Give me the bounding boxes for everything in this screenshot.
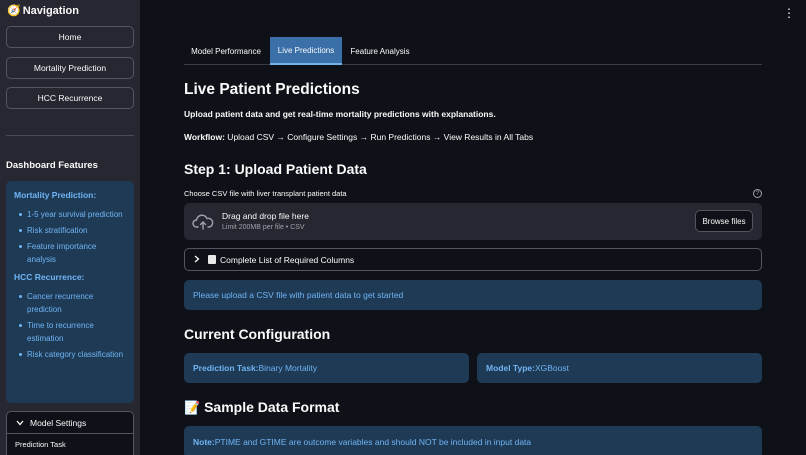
list-item: Time to recurrence estimation [14, 319, 126, 345]
workflow-text: Workflow: Upload CSV → Configure Setting… [184, 132, 533, 142]
sample-heading: 📝 Sample Data Format [184, 399, 339, 416]
browse-files-button[interactable]: Browse files [695, 210, 753, 232]
workflow-label: Workflow: [184, 132, 225, 142]
help-icon[interactable]: ? [753, 189, 762, 198]
main-menu-icon[interactable]: ⋮ [783, 7, 795, 19]
sidebar-title-text: Navigation [22, 4, 79, 17]
upload-info-text: Please upload a CSV file with patient da… [193, 290, 404, 300]
prediction-task-label: Prediction Task [15, 440, 66, 449]
sidebar-divider [6, 135, 134, 136]
prediction-task-key: Prediction Task: [193, 363, 259, 373]
note-text: PTIME and GTIME are outcome variables an… [214, 437, 532, 447]
upload-info-alert: Please upload a CSV file with patient da… [184, 280, 762, 310]
model-type-card: Model Type: XGBoost [477, 353, 762, 383]
step1-heading: Step 1: Upload Patient Data [184, 161, 367, 177]
tab-feature-analysis[interactable]: Feature Analysis [344, 37, 416, 65]
list-item: Risk stratification [14, 224, 126, 237]
prediction-task-value: Binary Mortality [258, 363, 318, 373]
sample-heading-text: Sample Data Format [204, 399, 340, 415]
lead-text: Upload patient data and get real-time mo… [184, 109, 496, 119]
mortality-list: 1-5 year survival prediction Risk strati… [14, 208, 126, 266]
sidebar: 🧭 Navigation Home Mortality Prediction H… [0, 0, 140, 455]
dropzone-instruction: Drag and drop file here [222, 211, 309, 221]
workflow-steps: Upload CSV → Configure Settings → Run Pr… [224, 132, 534, 142]
tab-model-performance[interactable]: Model Performance [184, 37, 268, 65]
sidebar-title: 🧭 Navigation [7, 4, 79, 18]
list-item: Risk category classification [14, 348, 126, 361]
hcc-list: Cancer recurrence prediction Time to rec… [14, 290, 126, 361]
prediction-task-card: Prediction Task: Binary Mortality [184, 353, 469, 383]
list-item: Cancer recurrence prediction [14, 290, 126, 316]
mortality-prediction-button[interactable]: Mortality Prediction [6, 57, 134, 79]
tab-live-predictions[interactable]: Live Predictions [270, 37, 342, 65]
hcc-recurrence-button[interactable]: HCC Recurrence [6, 87, 134, 109]
mortality-heading: Mortality Prediction: [14, 190, 97, 200]
note-alert: Note: PTIME and GTIME are outcome variab… [184, 426, 762, 455]
clipboard-icon [208, 255, 216, 264]
list-item: 1-5 year survival prediction [14, 208, 126, 221]
chevron-right-icon [194, 255, 204, 265]
cloud-upload-icon [192, 213, 214, 235]
compass-icon: 🧭 [7, 5, 21, 17]
home-button[interactable]: Home [6, 26, 134, 48]
tab-bar: Model Performance Live Predictions Featu… [184, 37, 762, 65]
model-settings-label: Model Settings [30, 417, 87, 428]
chevron-down-icon [16, 418, 24, 428]
file-dropzone[interactable]: Drag and drop file here Limit 200MB per … [184, 203, 762, 240]
page-title: Live Patient Predictions [184, 81, 360, 98]
required-columns-expander[interactable]: Complete List of Required Columns [184, 248, 762, 271]
note-label: Note: [193, 437, 215, 447]
features-info-panel: Mortality Prediction: 1-5 year survival … [6, 181, 134, 403]
dropzone-limit: Limit 200MB per file • CSV [222, 224, 305, 231]
hcc-heading: HCC Recurrence: [14, 272, 85, 282]
config-heading: Current Configuration [184, 326, 331, 342]
model-settings-header[interactable]: Model Settings [7, 412, 133, 434]
uploader-label: Choose CSV file with liver transplant pa… [184, 189, 347, 198]
list-item: Feature importance analysis [14, 240, 126, 266]
features-heading: Dashboard Features [6, 160, 98, 171]
model-type-key: Model Type: [486, 363, 535, 373]
memo-icon: 📝 [184, 400, 201, 415]
model-type-value: XGBoost [534, 363, 569, 373]
model-settings-expander[interactable]: Model Settings Prediction Task [6, 411, 134, 455]
required-columns-label: Complete List of Required Columns [220, 254, 355, 265]
